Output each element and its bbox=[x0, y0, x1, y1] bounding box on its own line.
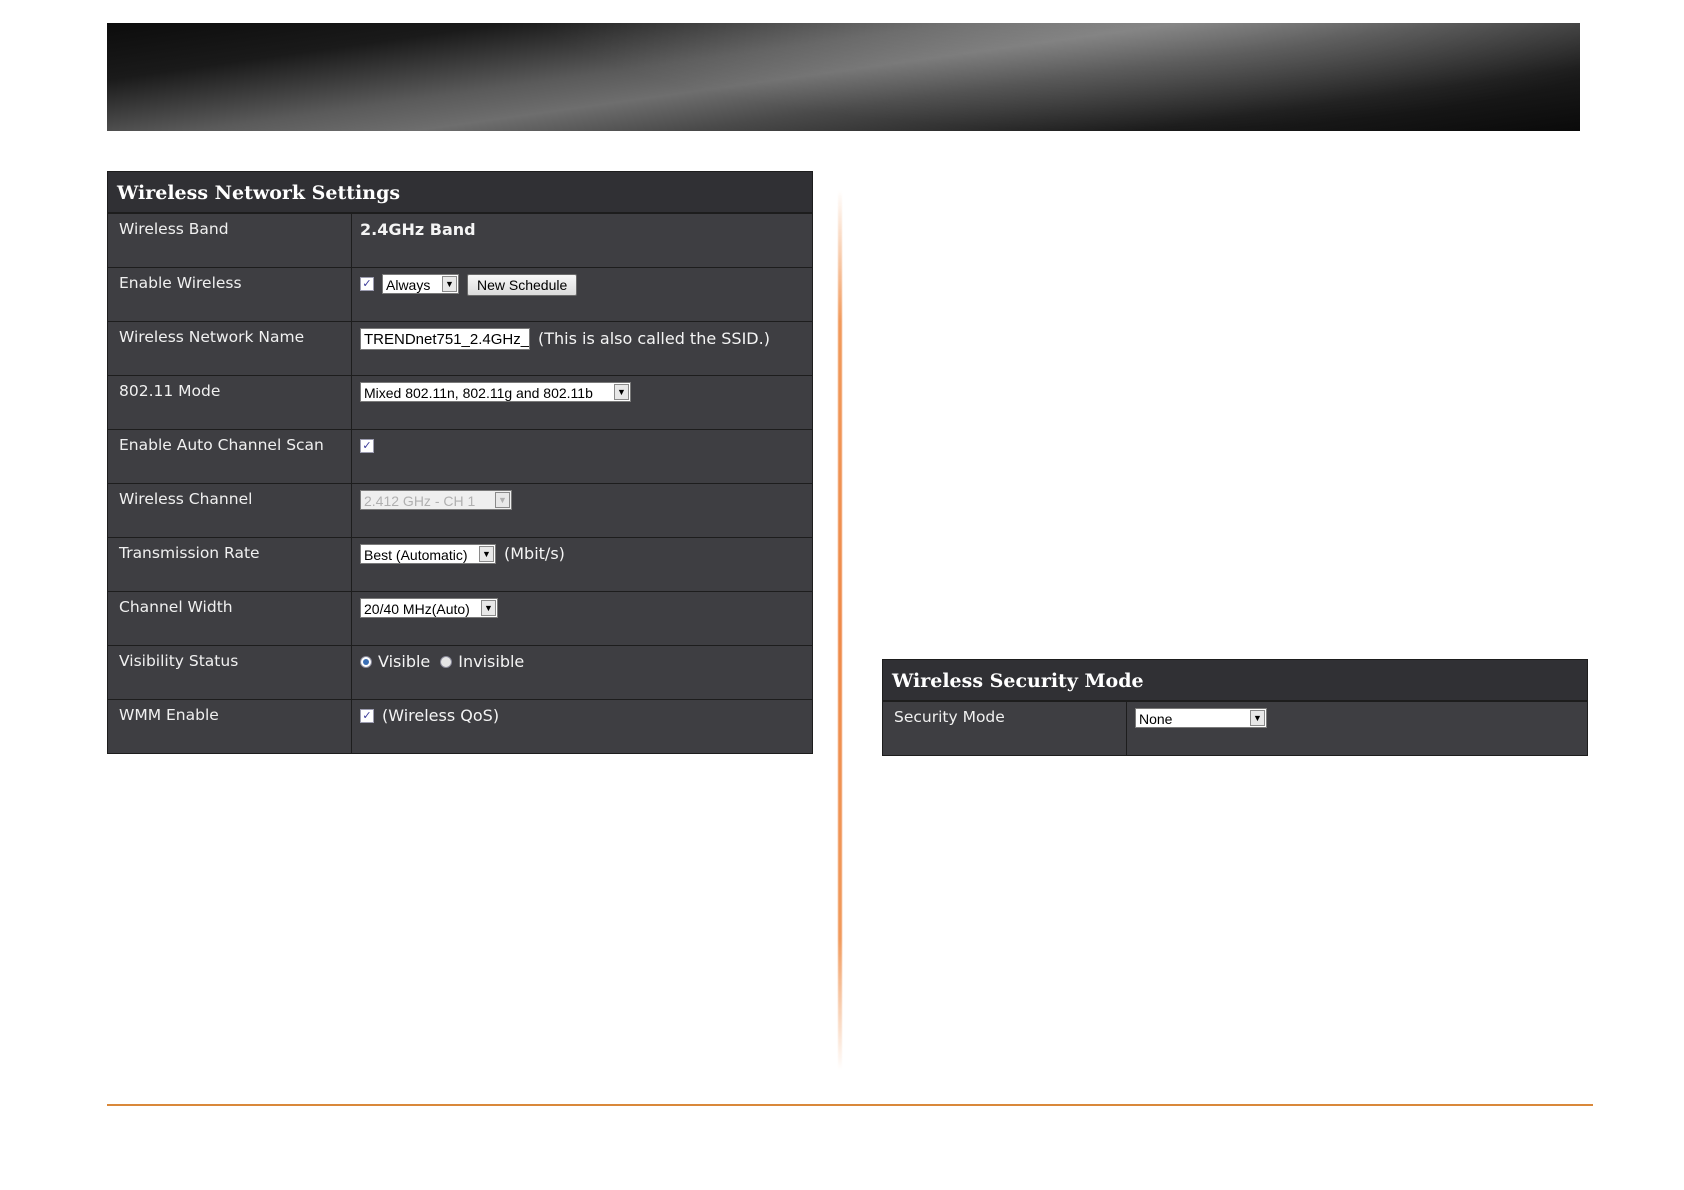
wireless-security-mode-panel: Wireless Security Mode Security Mode Non… bbox=[882, 659, 1588, 756]
ssid-hint: (This is also called the SSID.) bbox=[538, 329, 770, 348]
channel-select-value: 2.412 GHz - CH 1 bbox=[364, 493, 476, 509]
invisible-radio[interactable] bbox=[440, 656, 453, 668]
mode-label: 802.11 Mode bbox=[108, 376, 352, 429]
channel-width-label: Channel Width bbox=[108, 592, 352, 645]
wireless-network-settings-panel: Wireless Network Settings Wireless Band … bbox=[107, 171, 813, 754]
transmission-rate-label: Transmission Rate bbox=[108, 538, 352, 591]
enable-wireless-checkbox[interactable]: ✓ bbox=[360, 277, 374, 291]
panel-title: Wireless Security Mode bbox=[883, 660, 1587, 701]
security-mode-label: Security Mode bbox=[883, 702, 1127, 755]
footer-divider bbox=[107, 1104, 1593, 1106]
row-wmm-enable: WMM Enable ✓ (Wireless QoS) bbox=[108, 699, 812, 753]
chevron-down-icon: ▼ bbox=[442, 276, 457, 292]
schedule-select-value: Always bbox=[386, 277, 431, 293]
row-security-mode: Security Mode None ▼ bbox=[883, 701, 1587, 755]
wmm-enable-label: WMM Enable bbox=[108, 700, 352, 753]
row-wireless-channel: Wireless Channel 2.412 GHz - CH 1 ▼ bbox=[108, 483, 812, 537]
row-80211-mode: 802.11 Mode Mixed 802.11n, 802.11g and 8… bbox=[108, 375, 812, 429]
row-wireless-band: Wireless Band 2.4GHz Band bbox=[108, 213, 812, 267]
mode-select-value: Mixed 802.11n, 802.11g and 802.11b bbox=[364, 385, 593, 401]
invisible-label: Invisible bbox=[458, 652, 525, 671]
security-mode-select-value: None bbox=[1139, 711, 1173, 727]
auto-channel-scan-label: Enable Auto Channel Scan bbox=[108, 430, 352, 483]
visibility-status-label: Visibility Status bbox=[108, 646, 352, 699]
mode-select[interactable]: Mixed 802.11n, 802.11g and 802.11b ▼ bbox=[360, 382, 631, 402]
auto-channel-scan-checkbox[interactable]: ✓ bbox=[360, 439, 374, 453]
row-enable-wireless: Enable Wireless ✓ Always ▼ New Schedule bbox=[108, 267, 812, 321]
chevron-down-icon: ▼ bbox=[495, 492, 510, 508]
ssid-input[interactable]: TRENDnet751_2.4GHz_ bbox=[360, 328, 530, 350]
column-divider bbox=[838, 190, 842, 1070]
chevron-down-icon: ▼ bbox=[1250, 710, 1265, 726]
row-visibility-status: Visibility Status Visible Invisible bbox=[108, 645, 812, 699]
chevron-down-icon: ▼ bbox=[479, 546, 494, 562]
header-banner bbox=[107, 23, 1580, 131]
banner-highlight bbox=[467, 23, 1580, 131]
row-transmission-rate: Transmission Rate Best (Automatic) ▼ (Mb… bbox=[108, 537, 812, 591]
row-ssid: Wireless Network Name TRENDnet751_2.4GHz… bbox=[108, 321, 812, 375]
channel-select: 2.412 GHz - CH 1 ▼ bbox=[360, 490, 512, 510]
row-channel-width: Channel Width 20/40 MHz(Auto) ▼ bbox=[108, 591, 812, 645]
width-select-value: 20/40 MHz(Auto) bbox=[364, 601, 470, 617]
rate-unit: (Mbit/s) bbox=[504, 544, 565, 563]
wireless-channel-label: Wireless Channel bbox=[108, 484, 352, 537]
new-schedule-button[interactable]: New Schedule bbox=[467, 274, 578, 296]
chevron-down-icon: ▼ bbox=[614, 384, 629, 400]
security-mode-select[interactable]: None ▼ bbox=[1135, 708, 1267, 728]
rate-select[interactable]: Best (Automatic) ▼ bbox=[360, 544, 496, 564]
enable-wireless-label: Enable Wireless bbox=[108, 268, 352, 321]
row-auto-channel-scan: Enable Auto Channel Scan ✓ bbox=[108, 429, 812, 483]
schedule-select[interactable]: Always ▼ bbox=[382, 274, 459, 294]
ssid-label: Wireless Network Name bbox=[108, 322, 352, 375]
wmm-checkbox[interactable]: ✓ bbox=[360, 709, 374, 723]
panel-title: Wireless Network Settings bbox=[108, 172, 812, 213]
visible-radio[interactable] bbox=[360, 656, 372, 668]
visible-label: Visible bbox=[378, 652, 431, 671]
wireless-band-label: Wireless Band bbox=[108, 214, 352, 267]
chevron-down-icon: ▼ bbox=[481, 600, 496, 616]
rate-select-value: Best (Automatic) bbox=[364, 547, 468, 563]
wmm-hint: (Wireless QoS) bbox=[382, 706, 500, 725]
wireless-band-value: 2.4GHz Band bbox=[360, 220, 476, 239]
width-select[interactable]: 20/40 MHz(Auto) ▼ bbox=[360, 598, 498, 618]
